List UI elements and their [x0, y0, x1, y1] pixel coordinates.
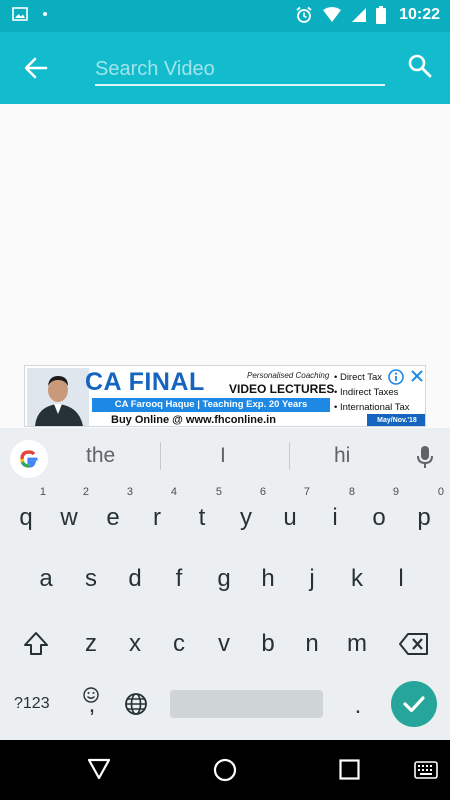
- key-r[interactable]: 4r: [135, 486, 179, 532]
- ad-subtitle-small: Personalised Coaching: [247, 371, 330, 380]
- key-label: u: [283, 504, 297, 531]
- suggestion-1[interactable]: the: [86, 444, 115, 468]
- recents-nav-icon[interactable]: [339, 759, 360, 780]
- search-video-input[interactable]: [95, 54, 385, 86]
- ad-subtitle-big: VIDEO LECTURES: [229, 382, 335, 396]
- key-comma[interactable]: ,: [70, 691, 114, 719]
- ad-strip: CA Farooq Haque | Teaching Exp. 20 Years: [92, 398, 330, 412]
- key-u[interactable]: 7u: [268, 486, 312, 532]
- ad-bullet: • Indirect Taxes: [334, 387, 399, 398]
- ad-info-icon[interactable]: [388, 369, 404, 385]
- google-logo-icon[interactable]: [10, 440, 48, 478]
- back-arrow-icon[interactable]: [22, 54, 50, 82]
- key-label: i: [332, 504, 338, 531]
- battery-icon: [376, 6, 387, 24]
- key-f[interactable]: f: [157, 565, 201, 593]
- symbols-key[interactable]: ?123: [14, 695, 50, 713]
- ad-buy-text: Buy Online @ www.fhconline.in: [111, 414, 276, 426]
- key-v[interactable]: v: [202, 630, 246, 658]
- ad-close-icon[interactable]: [410, 369, 424, 383]
- key-x[interactable]: x: [113, 630, 157, 658]
- wifi-icon: [323, 7, 342, 22]
- globe-icon[interactable]: [124, 692, 148, 716]
- space-bar[interactable]: [170, 690, 323, 718]
- enter-button[interactable]: [391, 681, 437, 727]
- ad-tag: May/Nov.'18: [367, 414, 425, 426]
- key-label: q: [19, 504, 33, 531]
- keyboard: the I hi 1q 2w 3e 4r 5t 6y 7u 8i 9o 0p a…: [0, 428, 450, 740]
- navigation-bar: [0, 740, 450, 800]
- suggestion-bar: the I hi: [0, 428, 450, 484]
- key-hint: 8: [348, 486, 355, 498]
- notification-dot-icon: [43, 12, 47, 16]
- suggestion-divider: [160, 442, 161, 470]
- key-z[interactable]: z: [69, 630, 113, 658]
- key-hint: 9: [392, 486, 399, 498]
- key-y[interactable]: 6y: [224, 486, 268, 532]
- suggestion-3[interactable]: hi: [334, 444, 350, 468]
- key-hint: 5: [215, 486, 222, 498]
- key-l[interactable]: l: [379, 565, 423, 593]
- key-label: p: [417, 504, 431, 531]
- key-hint: 7: [303, 486, 310, 498]
- status-time: 10:22: [399, 6, 440, 23]
- ad-person-photo: [27, 368, 89, 426]
- key-k[interactable]: k: [335, 565, 379, 593]
- key-c[interactable]: c: [157, 630, 201, 658]
- key-label: o: [372, 504, 386, 531]
- key-hint: 3: [126, 486, 133, 498]
- key-h[interactable]: h: [246, 565, 290, 593]
- key-s[interactable]: s: [69, 565, 113, 593]
- alarm-icon: [296, 6, 312, 23]
- key-w[interactable]: 2w: [47, 486, 91, 532]
- key-hint: 0: [437, 486, 444, 498]
- key-hint: 6: [259, 486, 266, 498]
- microphone-icon[interactable]: [416, 445, 434, 469]
- key-hint: 4: [170, 486, 177, 498]
- ad-bullet: • International Tax: [334, 402, 410, 413]
- search-icon[interactable]: [406, 52, 434, 80]
- ad-banner[interactable]: CA FINAL Personalised Coaching VIDEO LEC…: [24, 365, 426, 427]
- signal-icon: [352, 8, 367, 22]
- back-nav-icon[interactable]: [87, 758, 111, 780]
- key-o[interactable]: 9o: [357, 486, 401, 532]
- shift-icon[interactable]: [22, 630, 50, 658]
- key-hint: 2: [82, 486, 89, 498]
- checkmark-icon: [403, 696, 425, 713]
- status-bar: 10:22: [0, 0, 450, 32]
- key-t[interactable]: 5t: [180, 486, 224, 532]
- key-j[interactable]: j: [290, 565, 334, 593]
- key-period[interactable]: .: [336, 692, 380, 720]
- key-a[interactable]: a: [24, 565, 68, 593]
- key-label: w: [60, 504, 78, 531]
- key-g[interactable]: g: [202, 565, 246, 593]
- search-app-bar: [0, 32, 450, 104]
- key-label: y: [240, 504, 252, 531]
- key-p[interactable]: 0p: [402, 486, 446, 532]
- key-q[interactable]: 1q: [4, 486, 48, 532]
- backspace-icon[interactable]: [398, 632, 430, 656]
- key-e[interactable]: 3e: [91, 486, 135, 532]
- home-nav-icon[interactable]: [213, 758, 237, 782]
- key-label: e: [106, 504, 120, 531]
- key-n[interactable]: n: [290, 630, 334, 658]
- suggestion-2[interactable]: I: [220, 444, 226, 468]
- key-i[interactable]: 8i: [313, 486, 357, 532]
- key-label: r: [153, 504, 161, 531]
- keyboard-switch-icon[interactable]: [414, 761, 438, 779]
- ad-title: CA FINAL: [85, 368, 205, 396]
- key-hint: 1: [39, 486, 46, 498]
- key-b[interactable]: b: [246, 630, 290, 658]
- key-label: t: [198, 504, 206, 531]
- key-m[interactable]: m: [335, 630, 379, 658]
- gallery-notification-icon: [12, 7, 28, 21]
- suggestion-divider: [289, 442, 290, 470]
- key-d[interactable]: d: [113, 565, 157, 593]
